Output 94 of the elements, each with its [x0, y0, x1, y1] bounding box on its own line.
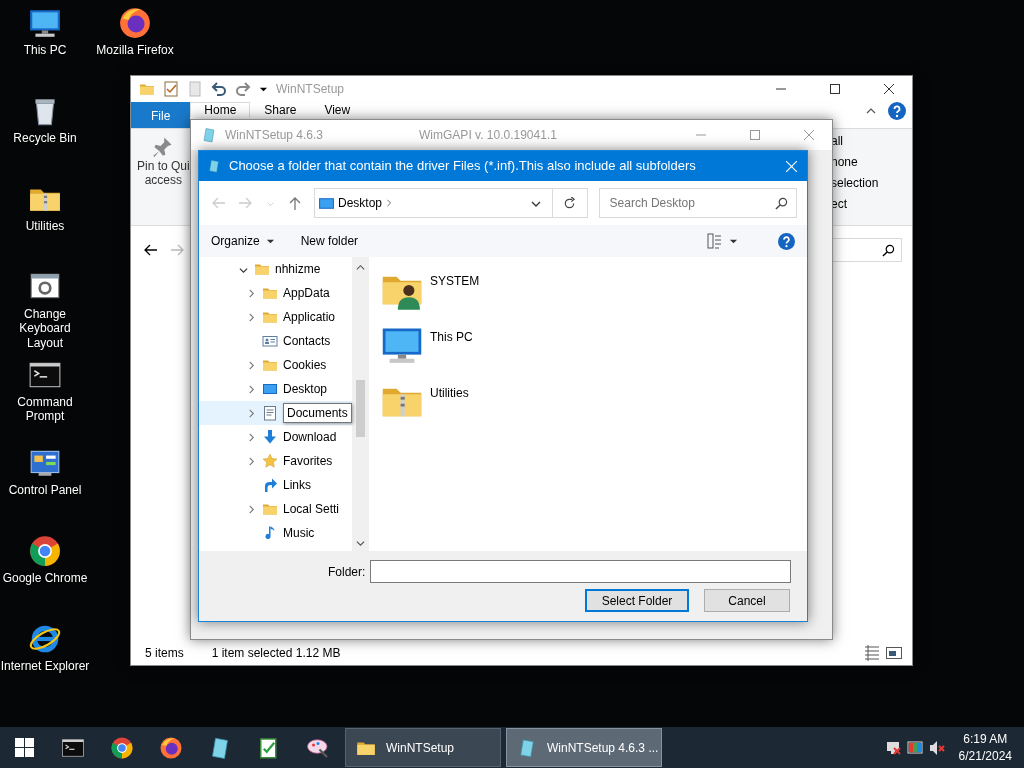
address-segment[interactable]: Desktop	[338, 194, 383, 212]
browser-icon[interactable]	[158, 735, 183, 760]
folder-field[interactable]	[370, 560, 792, 583]
desktop-icon-label[interactable]: Internet Explorer	[0, 659, 90, 674]
desktop-icon-label[interactable]: This PC	[23, 43, 67, 58]
address-bar[interactable]: Desktop	[314, 188, 588, 218]
clock[interactable]: 6:19 AM 6/21/2024	[944, 731, 1024, 764]
folder-item-label[interactable]: Utilities	[430, 384, 469, 402]
expand-chevron-icon[interactable]	[246, 456, 256, 466]
version-label: WimGAPI v. 10.0.19041.1	[419, 127, 557, 144]
window-title: WinNTSetup 4.6.3	[225, 127, 324, 144]
tree-item[interactable]: Music	[283, 524, 315, 542]
search-icon	[882, 243, 895, 257]
display-icon[interactable]	[906, 739, 923, 756]
star-icon	[262, 453, 278, 469]
desktop-icon-label[interactable]: Change Keyboard Layout	[0, 307, 90, 351]
tablet-icon	[201, 127, 217, 143]
up-arrow-icon[interactable]	[288, 196, 302, 210]
scroll-down-icon[interactable]	[355, 538, 365, 547]
search-field[interactable]: Search Desktop	[598, 188, 797, 218]
tablet-icon	[517, 737, 537, 758]
file-menu-tab[interactable]: File	[131, 102, 191, 128]
dialog-title: Choose a folder that contain the driver Files (*.inf).This also include all subfolders	[229, 157, 696, 176]
refresh-icon[interactable]	[563, 196, 577, 210]
window-title: WinNTSetup	[276, 81, 345, 98]
help-icon[interactable]	[778, 232, 795, 250]
tree-item[interactable]: Applicatio	[283, 308, 336, 326]
desktop-icon-label[interactable]: Control Panel	[8, 483, 82, 498]
browser-icon[interactable]	[118, 6, 152, 40]
ribbon-tab[interactable]: Share	[250, 102, 311, 117]
ribbon-tab[interactable]: Home	[190, 102, 251, 117]
tree-item[interactable]: nhhizme	[275, 260, 321, 278]
tree-item[interactable]: Contacts	[283, 332, 331, 350]
details-view-icon[interactable]	[864, 645, 880, 661]
maximize-icon[interactable]	[830, 84, 840, 94]
expand-chevron-icon[interactable]	[246, 408, 256, 418]
field-label: Folder:	[328, 563, 366, 581]
tree-item[interactable]: Download	[283, 428, 337, 446]
collapse-ribbon-icon[interactable]	[866, 106, 876, 116]
desktop-icon-label[interactable]: Command Prompt	[0, 395, 90, 424]
tree-item[interactable]: Cookies	[283, 356, 327, 374]
taskbar-window-button[interactable]: WinNTSetup 4.6.3 ...	[506, 728, 662, 767]
hovered-row[interactable]: Documents	[199, 401, 352, 425]
item-count: 5 items	[145, 645, 184, 662]
documents-icon	[262, 405, 278, 421]
taskbar-window-button[interactable]: WinNTSetup	[345, 728, 501, 767]
cancel-button[interactable]: Cancel	[704, 589, 790, 612]
desktop-icon	[262, 381, 278, 397]
new-folder-button[interactable]: New folder	[300, 232, 359, 250]
tree-item[interactable]: AppData	[283, 284, 330, 302]
scrollbar[interactable]	[351, 257, 369, 551]
pin-button[interactable]: Pin to Qui access	[137, 160, 190, 188]
desktop-icon-label[interactable]: Utilities	[25, 219, 65, 234]
expand-chevron-icon[interactable]	[246, 312, 256, 322]
organize-menu[interactable]: Organize	[211, 232, 275, 250]
ribbon-tab[interactable]: View	[310, 102, 365, 117]
tree-item[interactable]: Links	[283, 476, 311, 494]
close-icon[interactable]	[884, 84, 894, 94]
tree-item[interactable]: Local Setti	[283, 500, 340, 518]
tree-item[interactable]: Favorites	[283, 452, 333, 470]
redo-icon[interactable]	[235, 81, 251, 97]
browser-icon[interactable]	[109, 735, 134, 760]
search-icon	[775, 196, 788, 210]
start-icon[interactable]	[14, 738, 34, 757]
scroll-thumb[interactable]	[355, 380, 365, 437]
tree-item[interactable]: Desktop	[283, 380, 328, 398]
expand-chevron-icon[interactable]	[246, 288, 256, 298]
back-arrow-icon[interactable]	[143, 243, 157, 257]
browser-icon[interactable]	[28, 534, 62, 568]
muted-speaker-icon[interactable]	[928, 739, 945, 756]
folder-item-label[interactable]: SYSTEM	[430, 272, 480, 290]
contacts-icon	[262, 333, 278, 349]
desktop-icon-label[interactable]: Google Chrome	[2, 571, 88, 586]
desktop-icon-label[interactable]: Recycle Bin	[13, 131, 77, 146]
help-icon[interactable]	[888, 102, 906, 120]
download-icon	[262, 429, 278, 445]
expand-chevron-icon[interactable]	[246, 384, 256, 394]
scroll-up-icon[interactable]	[355, 263, 365, 272]
desktop-icon-label[interactable]: Mozilla Firefox	[96, 43, 174, 58]
tiles-view-icon[interactable]	[886, 645, 902, 661]
expand-chevron-icon[interactable]	[246, 360, 256, 370]
ribbon-command[interactable]: selection	[831, 174, 912, 192]
undo-icon[interactable]	[211, 81, 227, 97]
tablet-icon	[207, 159, 221, 173]
search-input[interactable]: Search Desktop	[607, 193, 768, 213]
select-folder-button[interactable]: Select Folder	[585, 589, 689, 612]
link-arrow-icon	[262, 477, 278, 493]
selection-info: 1 item selected 1.12 MB	[211, 645, 341, 662]
properties-icon[interactable]	[163, 81, 179, 97]
folder-item-label[interactable]: This PC	[430, 328, 473, 346]
tooltip: Documents	[283, 403, 352, 423]
network-icon[interactable]	[884, 739, 901, 756]
expand-chevron-icon[interactable]	[246, 504, 256, 514]
expand-chevron-icon[interactable]	[246, 432, 256, 442]
